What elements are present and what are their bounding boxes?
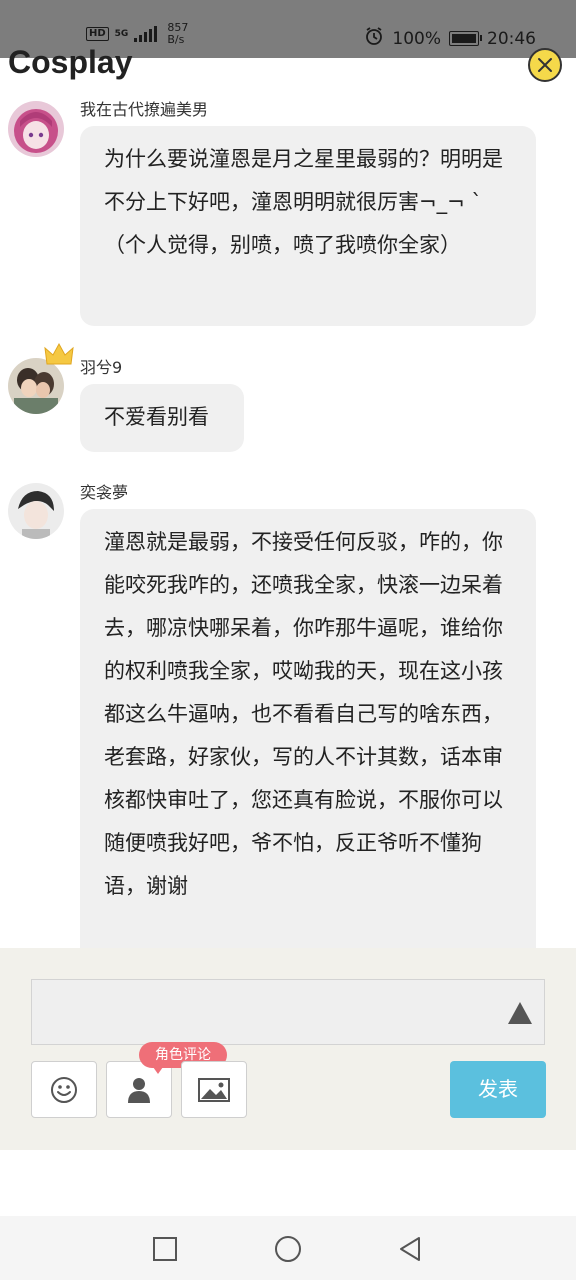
close-button[interactable] [528, 48, 562, 82]
recents-button[interactable] [150, 1234, 180, 1264]
clock: 20:46 [487, 28, 536, 49]
username[interactable]: 我在古代撩遍美男 [80, 96, 208, 120]
comment-item: 奕衾夢 潼恩就是最弱，不接受任何反驳，咋的，你能咬死我咋的，还喷我全家，快滚一边… [0, 477, 576, 969]
network-type: 5G [114, 28, 129, 39]
status-left: HD 5G 857 B/s [86, 22, 188, 46]
page-title: Cosplay [8, 44, 133, 80]
avatar[interactable] [8, 483, 64, 539]
username[interactable]: 羽兮9 [80, 354, 122, 378]
comment-bubble: 为什么要说潼恩是月之星里最弱的？明明是不分上下好吧，潼恩明明就很厉害¬_¬ `（… [80, 126, 536, 326]
square-icon [153, 1237, 177, 1261]
comment-item: 我在古代撩遍美男 为什么要说潼恩是月之星里最弱的？明明是不分上下好吧，潼恩明明就… [0, 94, 576, 334]
expand-arrow-icon[interactable] [508, 1002, 532, 1024]
comment-item: 羽兮9 不爱看别看 [0, 342, 576, 460]
alarm-icon [364, 26, 384, 51]
signal-icon [134, 26, 158, 42]
comment-input-panel: 角色评论 发表 [0, 948, 576, 1150]
back-triangle-icon [400, 1237, 420, 1261]
status-right: 100% 20:46 [364, 26, 536, 51]
comment-input[interactable] [31, 979, 545, 1045]
person-icon [128, 1077, 150, 1103]
username[interactable]: 奕衾夢 [80, 479, 128, 503]
battery-percent: 100% [392, 28, 441, 49]
image-icon [198, 1077, 230, 1102]
network-speed: 857 B/s [167, 22, 188, 46]
circle-icon [275, 1236, 301, 1262]
smiley-icon [51, 1076, 77, 1103]
back-button[interactable] [395, 1234, 425, 1264]
emoji-button[interactable] [31, 1061, 97, 1118]
home-button[interactable] [273, 1234, 303, 1264]
battery-icon [449, 31, 482, 46]
crown-icon [44, 342, 74, 372]
hd-badge: HD [86, 27, 109, 41]
comment-bubble: 不爱看别看 [80, 384, 244, 452]
speed-unit: B/s [167, 33, 185, 46]
avatar[interactable] [8, 101, 64, 157]
system-nav-bar [0, 1216, 576, 1280]
close-icon [538, 58, 552, 72]
comment-bubble: 潼恩就是最弱，不接受任何反驳，咋的，你能咬死我咋的，还喷我全家，快滚一边呆着去，… [80, 509, 536, 969]
image-button[interactable] [181, 1061, 247, 1118]
publish-button[interactable]: 发表 [450, 1061, 546, 1118]
